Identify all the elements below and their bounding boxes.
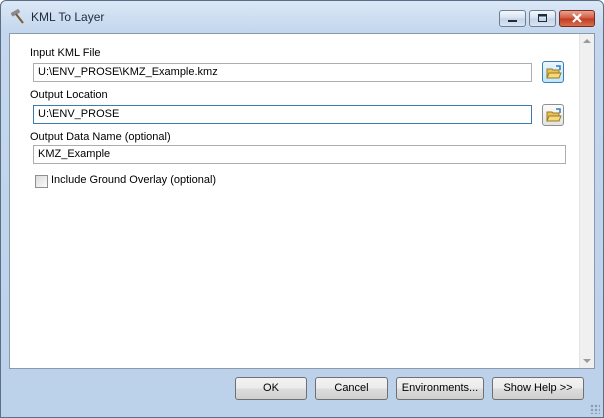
dialog-window: KML To Layer Input KML File U:\ENV_PROSE… (0, 0, 604, 418)
output-location-browse-button[interactable] (542, 104, 564, 126)
input-kml-field[interactable]: U:\ENV_PROSE\KMZ_Example.kmz (33, 63, 532, 82)
environments-button[interactable]: Environments... (396, 377, 484, 400)
scroll-down-icon[interactable] (583, 359, 591, 363)
maximize-button[interactable] (529, 10, 556, 27)
ok-button[interactable]: OK (235, 377, 307, 400)
vertical-scrollbar[interactable] (579, 34, 594, 368)
folder-open-icon (546, 65, 562, 79)
input-kml-browse-button[interactable] (542, 61, 564, 83)
scroll-up-icon[interactable] (583, 39, 591, 43)
window-title: KML To Layer (31, 10, 105, 24)
ground-overlay-checkbox[interactable] (35, 175, 48, 188)
cancel-button[interactable]: Cancel (315, 377, 388, 400)
output-location-field[interactable]: U:\ENV_PROSE (33, 105, 532, 124)
output-location-label: Output Location (30, 89, 108, 101)
folder-open-icon (546, 108, 562, 122)
maximize-icon (538, 14, 547, 22)
close-icon (572, 13, 582, 23)
resize-grip[interactable] (590, 404, 600, 414)
close-button[interactable] (559, 10, 595, 27)
parameters-panel: Input KML File U:\ENV_PROSE\KMZ_Example.… (10, 34, 579, 368)
minimize-button[interactable] (499, 10, 526, 27)
dialog-body: Input KML File U:\ENV_PROSE\KMZ_Example.… (9, 33, 595, 369)
minimize-icon (508, 20, 517, 22)
input-kml-label: Input KML File (30, 47, 101, 59)
title-bar[interactable]: KML To Layer (1, 1, 603, 33)
output-name-field[interactable]: KMZ_Example (33, 145, 566, 164)
output-name-label: Output Data Name (optional) (30, 131, 171, 143)
ground-overlay-label[interactable]: Include Ground Overlay (optional) (51, 174, 216, 186)
show-help-button[interactable]: Show Help >> (492, 377, 584, 400)
hammer-icon (10, 9, 24, 24)
